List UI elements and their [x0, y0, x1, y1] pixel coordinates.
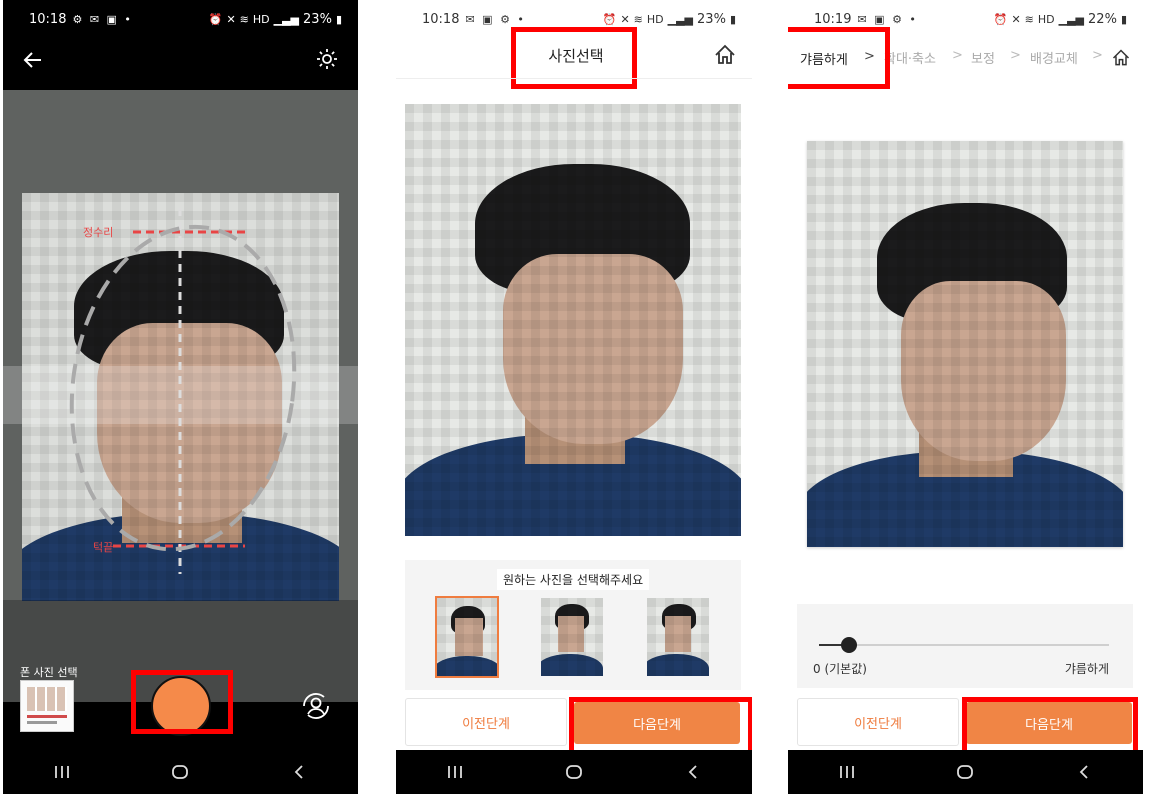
battery-percent: 22%: [1088, 11, 1117, 27]
notification-icons: ✉ ▣ ⚙ •: [857, 12, 918, 26]
status-right: ⏰ ✕ ≋ HD ▁▃▅ 23% ▮: [603, 12, 736, 27]
network-label: HD: [646, 12, 664, 26]
home-button-icon[interactable]: [1111, 48, 1131, 68]
battery-percent: 23%: [303, 11, 332, 27]
status-time: 10:19: [814, 11, 852, 27]
mute-icon: ✕: [226, 12, 236, 26]
notification-icons: ✉ ▣ ⚙ •: [465, 12, 526, 26]
guide-top-label: 정수리: [83, 226, 114, 239]
nav-back-icon[interactable]: [269, 764, 329, 780]
signal-icon: ▁▃▅: [1058, 12, 1085, 26]
recent-apps-icon[interactable]: [817, 765, 877, 779]
photo-picker-panel: 원하는 사진을 선택해주세요: [405, 560, 741, 690]
title-highlight: [511, 27, 637, 89]
wifi-icon: ≋: [1024, 12, 1034, 26]
step-zoom[interactable]: 확대·축소: [884, 48, 936, 67]
select-prompt: 원하는 사진을 선택해주세요: [497, 569, 650, 590]
step-separator: >: [1092, 48, 1103, 63]
signal-icon: ▁▃▅: [667, 12, 694, 26]
system-nav-bar: [396, 750, 752, 794]
alarm-icon: ⏰: [602, 12, 617, 26]
previous-step-button[interactable]: 이전단계: [797, 698, 959, 746]
step-retouch[interactable]: 보정: [971, 48, 995, 67]
slider-panel: 0 (기본값) 갸름하게: [797, 604, 1133, 688]
guide-bottom-label: 턱끝: [93, 541, 114, 554]
photo-select-screen: 10:18 ✉ ▣ ⚙ • ⏰ ✕ ≋ HD ▁▃▅ 23% ▮ 사진선택 원하…: [396, 0, 752, 794]
home-icon[interactable]: [150, 764, 210, 780]
thumbnail-2[interactable]: [541, 598, 603, 676]
system-nav-bar: [3, 750, 358, 794]
gallery-thumbnail[interactable]: [20, 680, 74, 732]
settings-gear-icon[interactable]: [315, 47, 339, 71]
home-icon[interactable]: [544, 764, 604, 780]
status-right: ⏰ ✕ ≋ HD ▁▃▅ 23% ▮: [209, 12, 342, 27]
back-icon[interactable]: [21, 48, 45, 72]
header-divider: [396, 78, 752, 79]
recent-apps-icon[interactable]: [32, 765, 92, 779]
alarm-icon: ⏰: [993, 12, 1008, 26]
step-separator: >: [952, 48, 963, 63]
slim-edit-screen: 10:19 ✉ ▣ ⚙ • ⏰ ✕ ≋ HD ▁▃▅ 22% ▮ 갸름하게 > …: [788, 0, 1143, 794]
status-bar: 10:18 ⚙ ✉ ▣ • ⏰ ✕ ≋ HD ▁▃▅ 23% ▮: [3, 0, 358, 38]
status-right: ⏰ ✕ ≋ HD ▁▃▅ 22% ▮: [994, 12, 1127, 27]
mute-icon: ✕: [620, 12, 630, 26]
home-button-icon[interactable]: [713, 43, 737, 67]
wifi-icon: ≋: [239, 12, 249, 26]
switch-camera-icon[interactable]: [299, 689, 333, 723]
battery-icon: ▮: [335, 12, 342, 26]
home-icon[interactable]: [935, 764, 995, 780]
network-label: HD: [252, 12, 270, 26]
step-background[interactable]: 배경교체: [1030, 48, 1078, 67]
mute-icon: ✕: [1011, 12, 1021, 26]
nav-back-icon[interactable]: [1054, 764, 1114, 780]
step-highlight: [788, 27, 890, 89]
network-label: HD: [1037, 12, 1055, 26]
wifi-icon: ≋: [633, 12, 643, 26]
slider-min-label: 0 (기본값): [813, 662, 867, 676]
recent-apps-icon[interactable]: [425, 765, 485, 779]
face-guide-overlay: [69, 208, 297, 574]
thumbnail-3[interactable]: [647, 598, 709, 676]
slim-slider-track[interactable]: [819, 637, 1109, 653]
preview-photo: [807, 141, 1123, 547]
selected-photo: [405, 104, 741, 536]
slider-thumb[interactable]: [841, 637, 857, 653]
gallery-label: 폰 사진 선택: [20, 666, 78, 679]
nav-back-icon[interactable]: [663, 764, 723, 780]
previous-step-button[interactable]: 이전단계: [405, 698, 567, 746]
status-time: 10:18: [422, 11, 460, 27]
shutter-highlight: [131, 670, 233, 734]
status-time: 10:18: [29, 11, 67, 27]
step-separator: >: [1010, 48, 1021, 63]
slider-max-label: 갸름하게: [1064, 662, 1109, 676]
battery-icon: ▮: [729, 12, 736, 26]
system-nav-bar: [788, 750, 1143, 794]
battery-percent: 23%: [697, 11, 726, 27]
notification-icons: ⚙ ✉ ▣ •: [72, 12, 133, 26]
signal-icon: ▁▃▅: [273, 12, 300, 26]
alarm-icon: ⏰: [208, 12, 223, 26]
battery-icon: ▮: [1120, 12, 1127, 26]
thumbnail-1[interactable]: [435, 596, 499, 678]
